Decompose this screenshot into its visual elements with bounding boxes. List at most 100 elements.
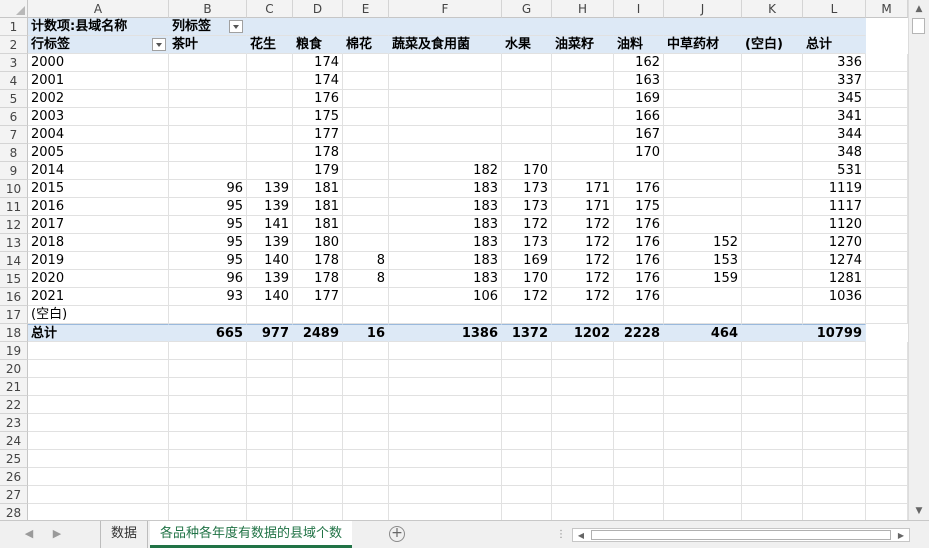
cell[interactable]: [803, 396, 866, 414]
pivot-value-cell[interactable]: [343, 162, 389, 180]
pivot-grand-total-cell[interactable]: 977: [247, 324, 293, 342]
row-header[interactable]: 4: [0, 72, 28, 90]
column-header-j[interactable]: J: [664, 0, 742, 18]
cell[interactable]: [614, 468, 664, 486]
cell[interactable]: [293, 342, 343, 360]
cell[interactable]: [247, 342, 293, 360]
pivot-row-label[interactable]: 2000: [28, 54, 169, 72]
cell[interactable]: [389, 450, 502, 468]
row-header[interactable]: 23: [0, 414, 28, 432]
cell[interactable]: [552, 450, 614, 468]
pivot-value-cell[interactable]: [742, 180, 803, 198]
cell[interactable]: [614, 414, 664, 432]
row-header[interactable]: 27: [0, 486, 28, 504]
pivot-value-cell[interactable]: [664, 180, 742, 198]
cell[interactable]: [614, 450, 664, 468]
pivot-value-cell[interactable]: [389, 306, 502, 324]
pivot-value-cell[interactable]: 170: [614, 144, 664, 162]
pivot-value-cell[interactable]: [803, 306, 866, 324]
column-filter-dropdown-icon[interactable]: [229, 20, 243, 33]
pivot-value-cell[interactable]: 183: [389, 216, 502, 234]
pivot-row-label[interactable]: 2018: [28, 234, 169, 252]
cell[interactable]: [389, 18, 502, 36]
pivot-value-cell[interactable]: 1120: [803, 216, 866, 234]
pivot-value-cell[interactable]: 183: [389, 180, 502, 198]
column-header-d[interactable]: D: [293, 0, 343, 18]
scroll-up-icon[interactable]: ▲: [912, 2, 926, 16]
pivot-value-cell[interactable]: 139: [247, 198, 293, 216]
cell[interactable]: [614, 18, 664, 36]
pivot-value-cell[interactable]: [742, 288, 803, 306]
cell[interactable]: [803, 486, 866, 504]
cell[interactable]: [343, 396, 389, 414]
row-header[interactable]: 2: [0, 36, 28, 54]
pivot-value-cell[interactable]: 175: [614, 198, 664, 216]
cell[interactable]: [866, 414, 908, 432]
cell[interactable]: [502, 18, 552, 36]
cell[interactable]: [293, 414, 343, 432]
pivot-value-cell[interactable]: [389, 54, 502, 72]
pivot-value-cell[interactable]: [552, 306, 614, 324]
cell[interactable]: [866, 432, 908, 450]
pivot-grand-total-cell[interactable]: 2228: [614, 324, 664, 342]
pivot-value-cell[interactable]: 173: [502, 198, 552, 216]
pivot-row-label[interactable]: 2021: [28, 288, 169, 306]
cell[interactable]: [28, 432, 169, 450]
cell[interactable]: [293, 504, 343, 520]
pivot-value-cell[interactable]: 341: [803, 108, 866, 126]
pivot-value-cell[interactable]: [552, 108, 614, 126]
cell[interactable]: [169, 486, 247, 504]
pivot-value-cell[interactable]: 173: [502, 234, 552, 252]
row-header[interactable]: 3: [0, 54, 28, 72]
cell[interactable]: [664, 486, 742, 504]
pivot-value-cell[interactable]: 176: [293, 90, 343, 108]
cell[interactable]: [28, 414, 169, 432]
pivot-value-cell[interactable]: [343, 144, 389, 162]
pivot-value-cell[interactable]: [247, 306, 293, 324]
cell[interactable]: [552, 414, 614, 432]
cell[interactable]: [389, 432, 502, 450]
pivot-column-header[interactable]: 茶叶: [169, 36, 247, 54]
pivot-column-header[interactable]: 油菜籽: [552, 36, 614, 54]
cell[interactable]: [343, 432, 389, 450]
pivot-value-cell[interactable]: [742, 126, 803, 144]
pivot-value-cell[interactable]: 1274: [803, 252, 866, 270]
cell[interactable]: [742, 342, 803, 360]
cell[interactable]: [247, 414, 293, 432]
cell[interactable]: [742, 504, 803, 520]
pivot-value-cell[interactable]: 93: [169, 288, 247, 306]
row-header[interactable]: 18: [0, 324, 28, 342]
row-header[interactable]: 20: [0, 360, 28, 378]
pivot-value-cell[interactable]: 167: [614, 126, 664, 144]
pivot-value-cell[interactable]: [502, 90, 552, 108]
cell[interactable]: [502, 432, 552, 450]
cell[interactable]: [247, 396, 293, 414]
pivot-value-cell[interactable]: 176: [614, 252, 664, 270]
pivot-value-cell[interactable]: 169: [502, 252, 552, 270]
pivot-row-label[interactable]: 2020: [28, 270, 169, 288]
cell[interactable]: [28, 486, 169, 504]
pivot-value-cell[interactable]: 152: [664, 234, 742, 252]
pivot-value-cell[interactable]: [389, 72, 502, 90]
row-header[interactable]: 14: [0, 252, 28, 270]
cell[interactable]: [247, 378, 293, 396]
cell[interactable]: [389, 342, 502, 360]
pivot-grand-total-label[interactable]: 总计: [28, 324, 169, 342]
cell[interactable]: [614, 342, 664, 360]
pivot-column-header[interactable]: (空白): [742, 36, 803, 54]
cell[interactable]: [614, 378, 664, 396]
pivot-value-cell[interactable]: [247, 126, 293, 144]
pivot-value-cell[interactable]: 178: [293, 144, 343, 162]
tab-splitter-handle[interactable]: ⋮: [556, 529, 566, 541]
row-header[interactable]: 10: [0, 180, 28, 198]
cell[interactable]: [803, 18, 866, 36]
pivot-value-cell[interactable]: [389, 90, 502, 108]
cell[interactable]: [247, 486, 293, 504]
pivot-value-cell[interactable]: 95: [169, 216, 247, 234]
pivot-value-cell[interactable]: [247, 108, 293, 126]
cell[interactable]: [866, 234, 908, 252]
pivot-value-cell[interactable]: [169, 162, 247, 180]
select-all-corner[interactable]: [0, 0, 28, 18]
pivot-value-cell[interactable]: [742, 144, 803, 162]
pivot-value-cell[interactable]: 96: [169, 180, 247, 198]
